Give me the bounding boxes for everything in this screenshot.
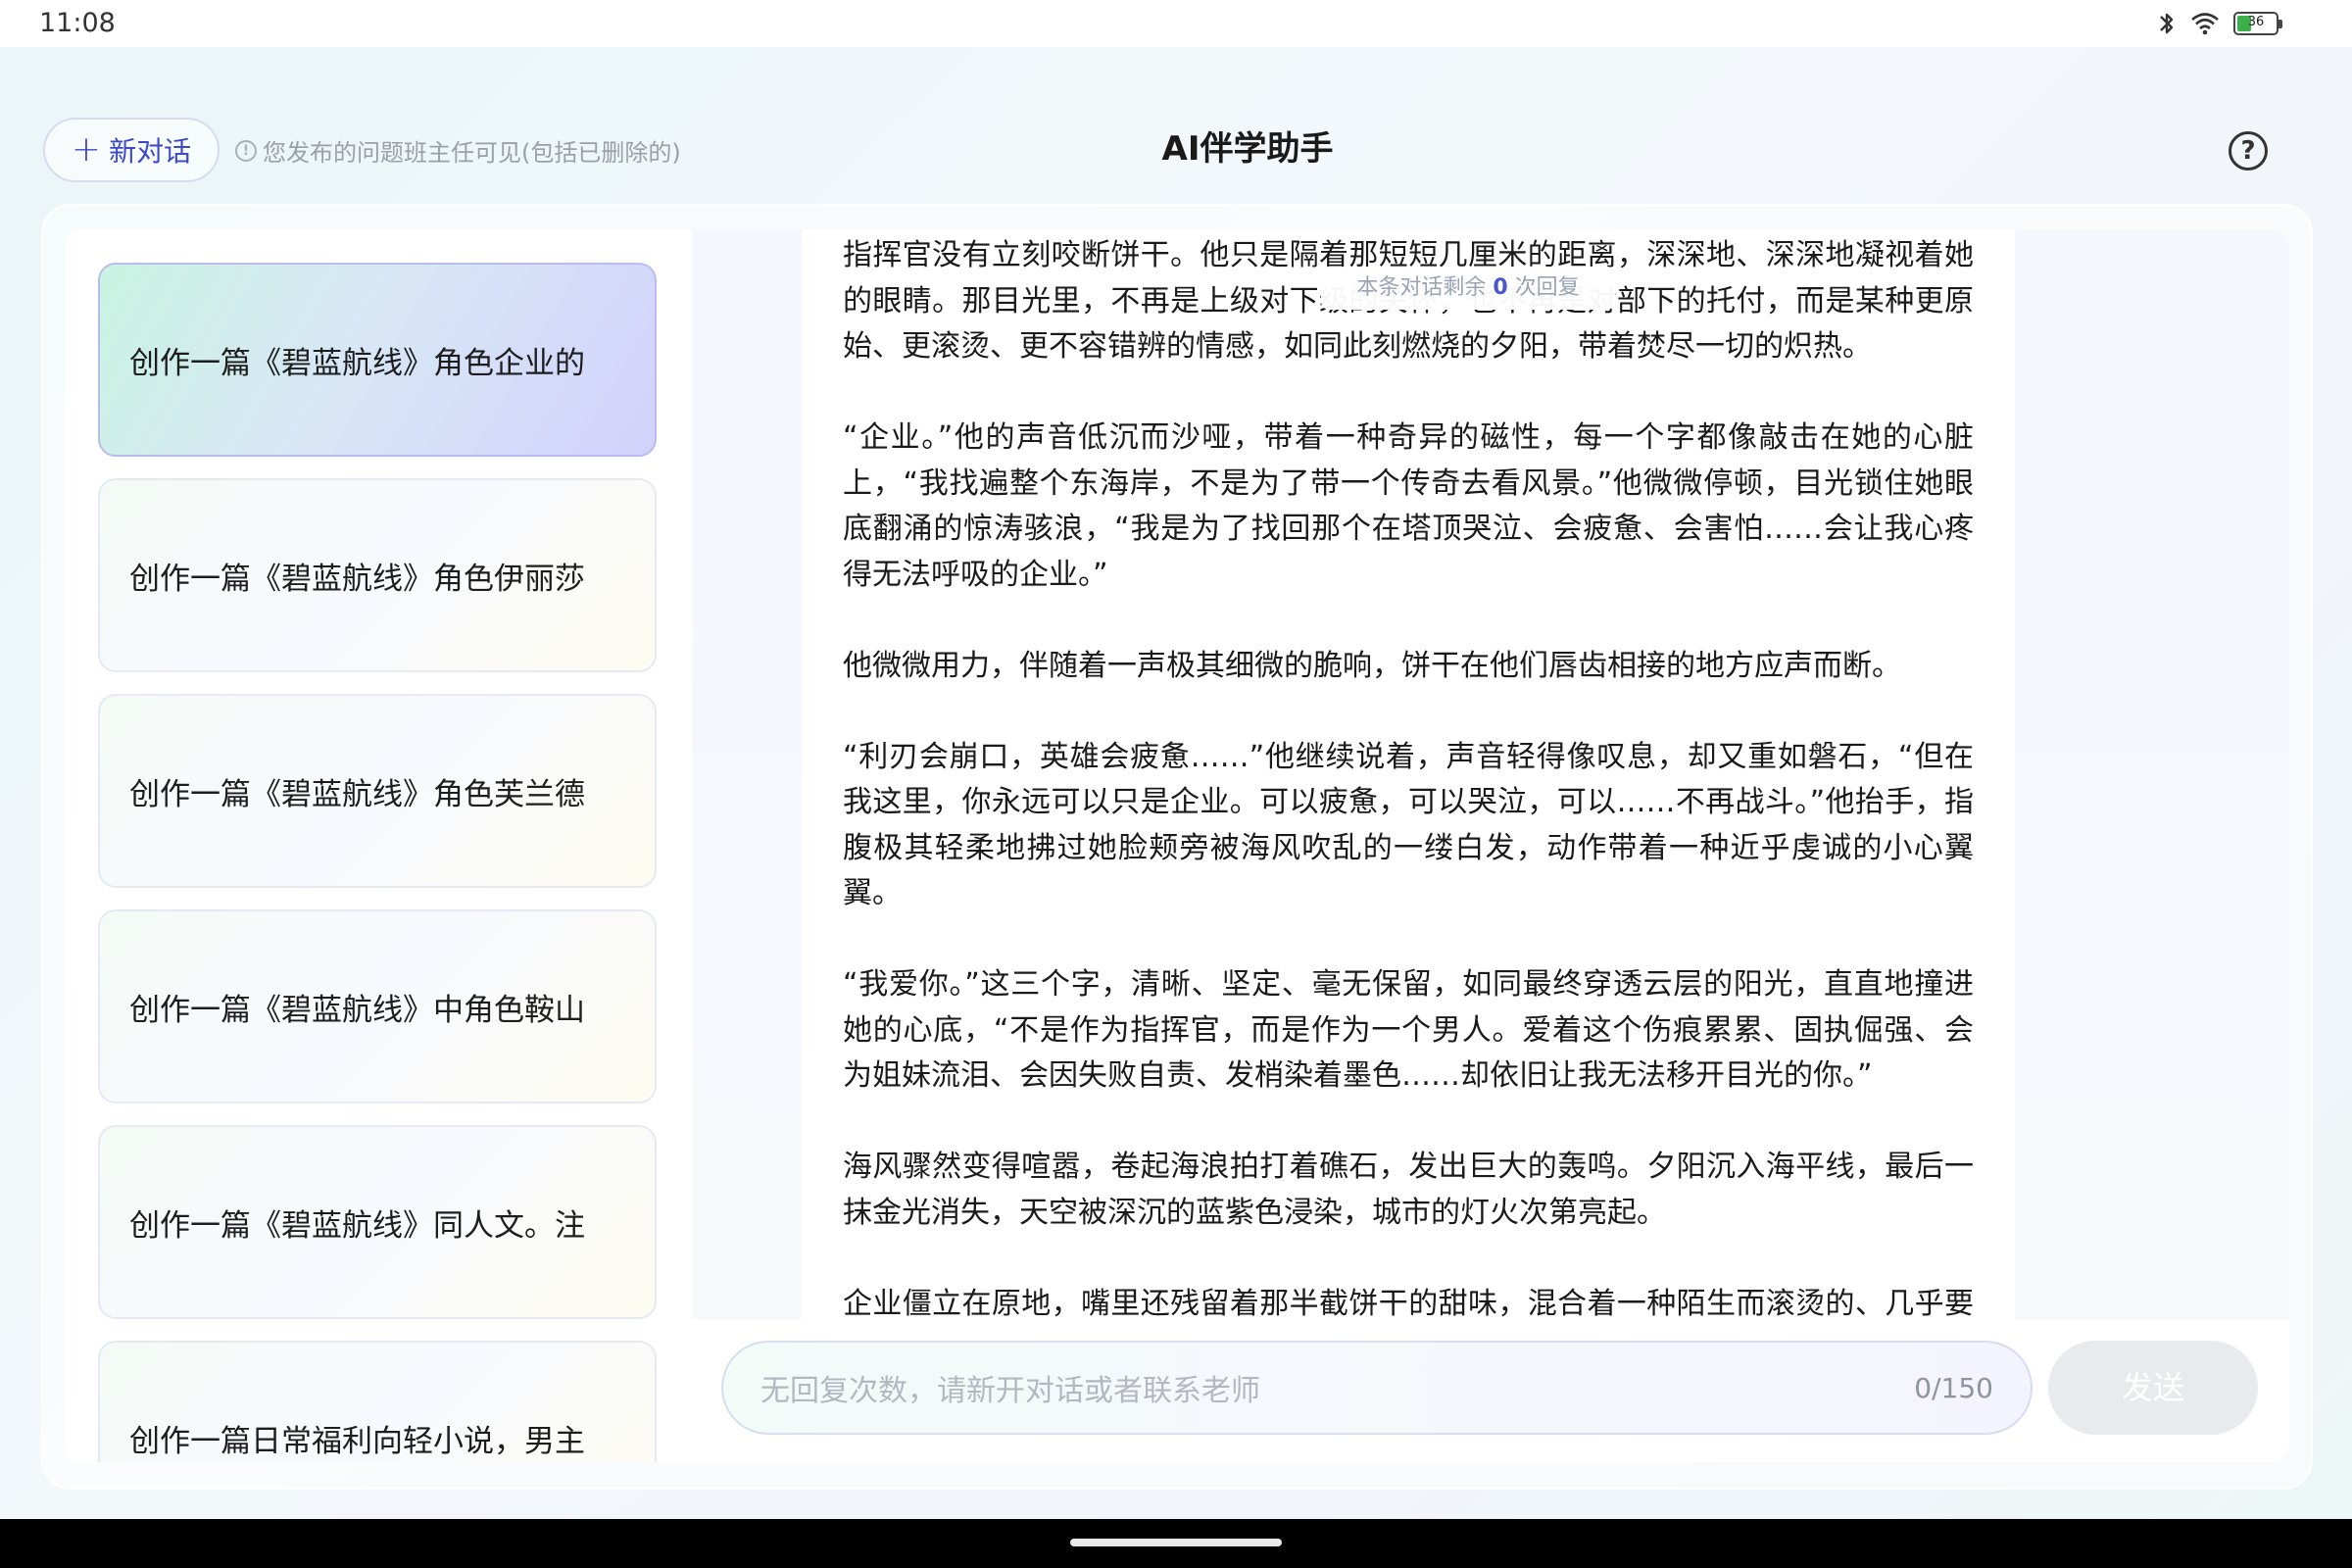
message-paragraph: “我爱你。”这三个字，清晰、坚定、毫无保留，如同最终穿透云层的阳光，直直地撞进她…	[843, 967, 1974, 1093]
conversation-title: 创作一篇《碧蓝航线》角色伊丽莎	[129, 561, 585, 597]
status-icons: 36	[2157, 10, 2282, 37]
battery-icon: 36	[2233, 12, 2282, 35]
send-button[interactable]: 发送	[2048, 1341, 2258, 1435]
navigation-bar	[0, 1519, 2352, 1568]
help-icon[interactable]: ?	[2229, 131, 2268, 171]
ai-message[interactable]: 指挥官没有立刻咬断饼干。他只是隔着那短短几厘米的距离，深深地、深深地凝视着她的眼…	[802, 229, 2015, 1319]
conversation-item[interactable]: 创作一篇《碧蓝航线》同人文。注	[98, 1125, 657, 1319]
conversation-title: 创作一篇《碧蓝航线》角色芙兰德	[129, 776, 585, 812]
battery-level: 36	[2247, 15, 2265, 29]
bluetooth-icon	[2160, 13, 2174, 34]
message-paragraph: “利刃会崩口，英雄会疲惫……”他继续说着，声音轻得像叹息，却又重如磐石，“但在我…	[843, 739, 1974, 911]
conversation-item[interactable]: 创作一篇《碧蓝航线》角色伊丽莎	[98, 478, 657, 672]
conversation-list: 创作一篇《碧蓝航线》角色企业的 创作一篇《碧蓝航线》角色伊丽莎 创作一篇《碧蓝航…	[65, 229, 692, 1462]
conversation-title: 创作一篇日常福利向轻小说，男主	[129, 1423, 585, 1459]
conversation-item[interactable]: 创作一篇《碧蓝航线》角色芙兰德	[98, 694, 657, 888]
reply-tip-suffix: 次回复	[1514, 275, 1580, 300]
input-row: 无回复次数，请新开对话或者联系老师 0/150 发送	[692, 1319, 2289, 1462]
message-paragraph: 企业僵立在原地，嘴里还残留着那半截饼干的甜味，混合着一种陌生而滚烫的、几乎要将她…	[843, 1286, 1974, 1320]
conversation-item-active[interactable]: 创作一篇《碧蓝航线》角色企业的	[98, 263, 657, 457]
message-paragraph: 海风骤然变得喧嚣，卷起海浪拍打着礁石，发出巨大的轰鸣。夕阳沉入海平线，最后一抹金…	[843, 1150, 1974, 1230]
char-counter: 0/150	[1914, 1371, 1993, 1404]
input-placeholder: 无回复次数，请新开对话或者联系老师	[760, 1374, 1260, 1408]
conversation-item[interactable]: 创作一篇《碧蓝航线》中角色鞍山	[98, 909, 657, 1103]
conversation-title: 创作一篇《碧蓝航线》角色企业的	[129, 345, 585, 381]
conversation-title: 创作一篇《碧蓝航线》中角色鞍山	[129, 992, 585, 1028]
status-bar: 11:08 36	[0, 0, 2352, 47]
reply-tip-prefix: 本条对话剩余	[1356, 275, 1487, 300]
reply-count: 0	[1493, 275, 1508, 300]
conversation-title: 创作一篇《碧蓝航线》同人文。注	[129, 1207, 585, 1244]
status-time: 11:08	[39, 8, 116, 38]
message-paragraph: “企业。”他的声音低沉而沙哑，带着一种奇异的磁性，每一个字都像敲击在她的心脏上，…	[843, 420, 1974, 592]
home-indicator[interactable]	[1070, 1539, 1282, 1546]
message-paragraph: 他微微用力，伴随着一声极其细微的脆响，饼干在他们唇齿相接的地方应声而断。	[843, 648, 1901, 683]
message-input[interactable]: 无回复次数，请新开对话或者联系老师 0/150	[721, 1341, 2033, 1435]
conversation-item[interactable]: 创作一篇日常福利向轻小说，男主	[98, 1341, 657, 1462]
chat-area: 指挥官没有立刻咬断饼干。他只是隔着那短短几厘米的距离，深深地、深深地凝视着她的眼…	[692, 229, 2289, 1462]
remaining-replies-tip: 本条对话剩余 0 次回复	[1321, 267, 1615, 310]
message-content: 指挥官没有立刻咬断饼干。他只是隔着那短短几厘米的距离，深深地、深深地凝视着她的眼…	[843, 233, 1974, 1319]
wifi-icon	[2191, 13, 2219, 35]
page-title: AI伴学助手	[1161, 129, 1334, 169]
